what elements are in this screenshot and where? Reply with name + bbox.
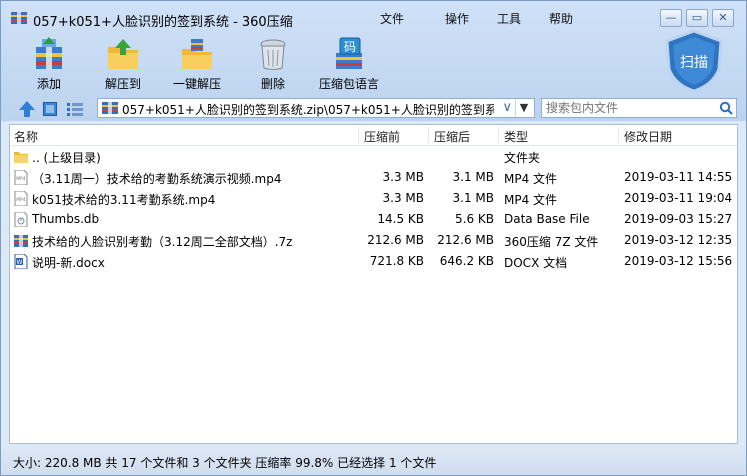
column-name[interactable]: 名称	[14, 128, 38, 145]
menu-help[interactable]: 帮助	[535, 10, 587, 27]
file-size-before: 3.3 MB	[382, 170, 424, 184]
column-header: 名称 压缩前 压缩后 类型 修改日期	[10, 125, 737, 146]
file-date: 2019-03-12 12:35	[624, 233, 733, 247]
table-row[interactable]: W 说明-新.docx 721.8 KB 646.2 KB DOCX 文档 20…	[10, 251, 737, 272]
encoding-badge-text: 码	[344, 40, 356, 54]
mp4-file-icon: MP4	[14, 170, 28, 185]
menu-tools[interactable]: 工具	[483, 10, 535, 27]
status-text: 大小: 220.8 MB 共 17 个文件和 3 个文件夹 压缩率 99.8% …	[13, 456, 437, 470]
file-date: 2019-03-11 19:04	[624, 191, 733, 205]
file-list[interactable]: 名称 压缩前 压缩后 类型 修改日期 .. (上级目录) 文件夹 MP4 （3.…	[9, 124, 738, 444]
docx-file-icon: W	[14, 254, 28, 269]
address-bar: 057+k051+人脸识别的签到系统.zip\057+k051+人脸识别的签到系…	[1, 97, 746, 121]
scan-shield-button[interactable]: 扫描	[663, 29, 725, 93]
file-name: Thumbs.db	[32, 212, 100, 226]
db-file-icon	[14, 212, 28, 227]
column-type[interactable]: 类型	[504, 128, 528, 145]
minimize-button[interactable]: —	[660, 9, 682, 27]
file-name: 说明-新.docx	[32, 256, 105, 270]
file-type: DOCX 文档	[504, 256, 568, 270]
search-icon[interactable]	[719, 101, 733, 115]
column-size-after[interactable]: 压缩后	[434, 128, 470, 145]
status-bar: 大小: 220.8 MB 共 17 个文件和 3 个文件夹 压缩率 99.8% …	[1, 447, 746, 475]
add-label: 添加	[36, 77, 61, 91]
file-name: .. (上级目录)	[32, 151, 101, 165]
file-date: 2019-03-11 14:55	[624, 170, 733, 184]
svg-text:W: W	[17, 259, 23, 266]
scan-label: 扫描	[680, 55, 708, 71]
file-name: 技术给的人脸识别考勤（3.12周二全部文档）.7z	[32, 235, 293, 249]
file-date: 2019-09-03 15:27	[624, 212, 733, 226]
extract-to-button[interactable]: 解压到	[85, 35, 161, 95]
toolbar: 添加 解压到 一键解压 删除 码 压缩包语言 扫描	[1, 29, 746, 95]
file-size-before: 212.6 MB	[367, 233, 424, 247]
file-size-after: 212.6 MB	[437, 233, 494, 247]
svg-text:MP4: MP4	[16, 176, 26, 182]
file-name: （3.11周一）技术给的考勤系统演示视频.mp4	[32, 172, 282, 186]
file-size-after: 3.1 MB	[452, 170, 494, 184]
zip-archive-icon	[102, 102, 118, 114]
file-size-after: 3.1 MB	[452, 191, 494, 205]
table-row[interactable]: MP4 （3.11周一）技术给的考勤系统演示视频.mp4 3.3 MB 3.1 …	[10, 167, 737, 188]
title-bar[interactable]: 057+k051+人脸识别的签到系统 - 360压缩 文件 操作 工具 帮助 —…	[1, 1, 746, 35]
compress-encoding-label: 压缩包语言	[318, 77, 379, 91]
list-view-icon[interactable]	[67, 102, 83, 116]
mp4-file-icon: MP4	[14, 191, 28, 206]
menu-bar: 文件 操作 工具 帮助	[379, 10, 587, 27]
table-row[interactable]: Thumbs.db 14.5 KB 5.6 KB Data Base File …	[10, 209, 737, 230]
one-click-extract-icon	[182, 39, 212, 69]
path-text: 057+k051+人脸识别的签到系统.zip\057+k051+人脸识别的签到系…	[122, 103, 494, 117]
thumbnail-view-icon[interactable]	[43, 102, 57, 116]
maximize-button[interactable]: ▭	[686, 9, 708, 27]
menu-file[interactable]: 文件	[379, 10, 405, 27]
path-history-icon[interactable]: ∨	[502, 100, 512, 115]
file-type: MP4 文件	[504, 193, 558, 207]
extract-folder-icon	[108, 39, 138, 69]
one-click-extract-button[interactable]: 一键解压	[159, 35, 235, 95]
7z-archive-icon	[14, 235, 28, 247]
chevron-down-icon[interactable]: ▼	[515, 99, 532, 117]
path-field[interactable]: 057+k051+人脸识别的签到系统.zip\057+k051+人脸识别的签到系…	[97, 98, 535, 118]
menu-operation[interactable]: 操作	[431, 10, 483, 27]
file-type: 文件夹	[504, 151, 541, 165]
delete-button[interactable]: 删除	[235, 35, 311, 95]
search-field[interactable]	[541, 98, 737, 118]
column-size-before[interactable]: 压缩前	[364, 128, 400, 145]
file-size-after: 646.2 KB	[439, 254, 494, 268]
table-row[interactable]: MP4 k051技术给的3.11考勤系统.mp4 3.3 MB 3.1 MB M…	[10, 188, 737, 209]
one-click-extract-label: 一键解压	[172, 77, 221, 91]
file-size-before: 721.8 KB	[369, 254, 424, 268]
add-archive-icon	[36, 37, 62, 69]
file-size-after: 5.6 KB	[455, 212, 494, 226]
window-controls: — ▭ ✕	[660, 9, 734, 27]
extract-to-label: 解压到	[104, 77, 141, 91]
svg-text:MP4: MP4	[16, 197, 26, 203]
file-name: k051技术给的3.11考勤系统.mp4	[32, 193, 216, 207]
trash-can-icon	[260, 39, 286, 70]
encoding-badge-icon: 码	[336, 37, 362, 69]
file-date: 2019-03-12 15:56	[624, 254, 733, 268]
close-button[interactable]: ✕	[712, 9, 734, 27]
window-title: 057+k051+人脸识别的签到系统 - 360压缩	[33, 15, 293, 30]
add-button[interactable]: 添加	[11, 35, 87, 95]
file-size-before: 3.3 MB	[382, 191, 424, 205]
compress-encoding-button[interactable]: 码 压缩包语言	[311, 35, 387, 95]
search-input[interactable]	[544, 100, 716, 116]
archive-app-icon	[11, 12, 27, 24]
arrow-up-icon[interactable]	[18, 100, 36, 118]
table-row[interactable]: 技术给的人脸识别考勤（3.12周二全部文档）.7z 212.6 MB 212.6…	[10, 230, 737, 251]
table-row[interactable]: .. (上级目录) 文件夹	[10, 146, 737, 167]
file-type: 360压缩 7Z 文件	[504, 235, 599, 249]
archive-window: 057+k051+人脸识别的签到系统 - 360压缩 文件 操作 工具 帮助 —…	[0, 0, 747, 476]
folder-up-icon	[14, 152, 28, 163]
file-type: Data Base File	[504, 212, 590, 226]
file-type: MP4 文件	[504, 172, 558, 186]
column-modified[interactable]: 修改日期	[624, 128, 672, 145]
delete-label: 删除	[260, 77, 285, 91]
file-size-before: 14.5 KB	[377, 212, 424, 226]
